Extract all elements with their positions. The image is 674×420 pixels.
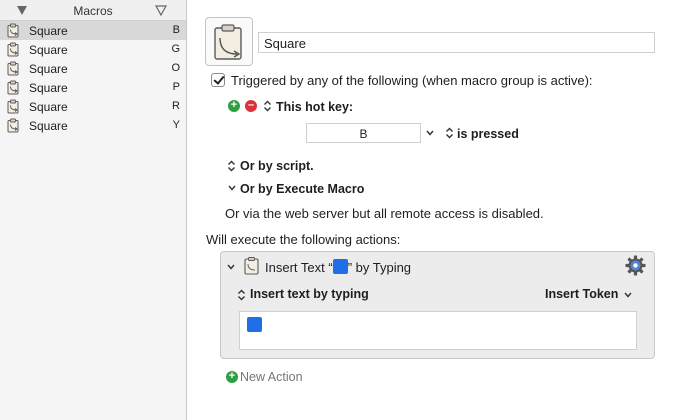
add-trigger-icon[interactable]: + (228, 100, 240, 112)
macro-name: Square (29, 119, 68, 133)
macro-list-item[interactable]: Square G (0, 40, 186, 59)
macro-name: Square (29, 81, 68, 95)
macro-name: Square (29, 43, 68, 57)
action-title-suffix: ” by Typing (347, 260, 412, 275)
macro-list-header[interactable]: Macros (0, 0, 186, 21)
insert-token-menu[interactable]: Insert Token (545, 287, 618, 301)
macro-hotkey: R (172, 100, 180, 112)
up-down-arrows-icon[interactable] (263, 100, 272, 112)
insert-text-field[interactable] (239, 311, 637, 350)
clipboard-icon (7, 23, 19, 38)
hotkey-field[interactable]: B (306, 123, 421, 143)
blue-square-icon (332, 259, 348, 274)
clipboard-icon (7, 61, 19, 76)
macro-name: Square (29, 24, 68, 38)
trigger-enabled-checkbox[interactable] (211, 73, 225, 87)
by-execute-macro-label[interactable]: Or by Execute Macro (240, 182, 364, 196)
hotkey-trigger-label: This hot key: (276, 100, 354, 114)
new-action-label: New Action (240, 370, 303, 384)
action-title-prefix: Insert Text “ (265, 260, 333, 275)
remove-trigger-icon[interactable]: – (245, 100, 257, 112)
macro-hotkey: O (171, 62, 180, 74)
clipboard-icon (7, 99, 19, 114)
clipboard-icon (244, 257, 259, 275)
add-icon: + (226, 371, 238, 383)
clipboard-icon (7, 118, 19, 133)
chevron-down-icon[interactable] (227, 264, 235, 270)
macro-list-item[interactable]: Square P (0, 78, 186, 97)
macro-name: Square (29, 100, 68, 114)
macro-icon-well[interactable] (205, 17, 253, 66)
web-server-note: Or via the web server but all remote acc… (225, 206, 544, 221)
up-down-arrows-icon[interactable] (445, 127, 454, 139)
hotkey-condition-popup[interactable]: is pressed (457, 127, 519, 141)
chevron-down-icon[interactable] (228, 185, 236, 191)
macro-list-item[interactable]: Square B (0, 21, 186, 40)
macro-hotkey: G (171, 43, 180, 55)
macro-list-item[interactable]: Square O (0, 59, 186, 78)
gear-icon[interactable] (625, 255, 646, 276)
insert-mode-popup[interactable]: Insert text by typing (250, 287, 369, 301)
sort-triangle-icon[interactable] (155, 5, 167, 16)
action-title: Insert Text “ ” by Typing (265, 259, 411, 275)
clipboard-icon (7, 80, 19, 95)
action-insert-text[interactable]: Insert Text “ ” by Typing Insert text by … (220, 251, 655, 359)
macro-editor: Square Triggered by any of the following… (188, 0, 674, 420)
macro-hotkey: B (172, 24, 180, 36)
macro-list-sidebar: Macros Square B Square G Square O Square P Squar… (0, 0, 187, 420)
macro-name: Square (29, 62, 68, 76)
macro-name-input[interactable]: Square (258, 32, 655, 53)
by-script-label[interactable]: Or by script. (240, 159, 314, 173)
clipboard-icon (214, 24, 242, 60)
chevron-down-icon[interactable] (426, 130, 434, 136)
chevron-down-icon[interactable] (624, 292, 632, 298)
macro-list-item[interactable]: Square Y (0, 116, 186, 135)
macro-hotkey: P (172, 81, 180, 93)
clipboard-icon (7, 42, 19, 57)
macro-list-item[interactable]: Square R (0, 97, 186, 116)
blue-square-icon (247, 317, 262, 332)
up-down-arrows-icon[interactable] (237, 289, 246, 301)
up-down-arrows-icon[interactable] (227, 160, 236, 172)
will-execute-label: Will execute the following actions: (206, 232, 401, 247)
macro-list: Square B Square G Square O Square P Square R Squar… (0, 21, 186, 135)
macro-hotkey: Y (172, 119, 180, 131)
trigger-label: Triggered by any of the following (when … (231, 73, 593, 88)
